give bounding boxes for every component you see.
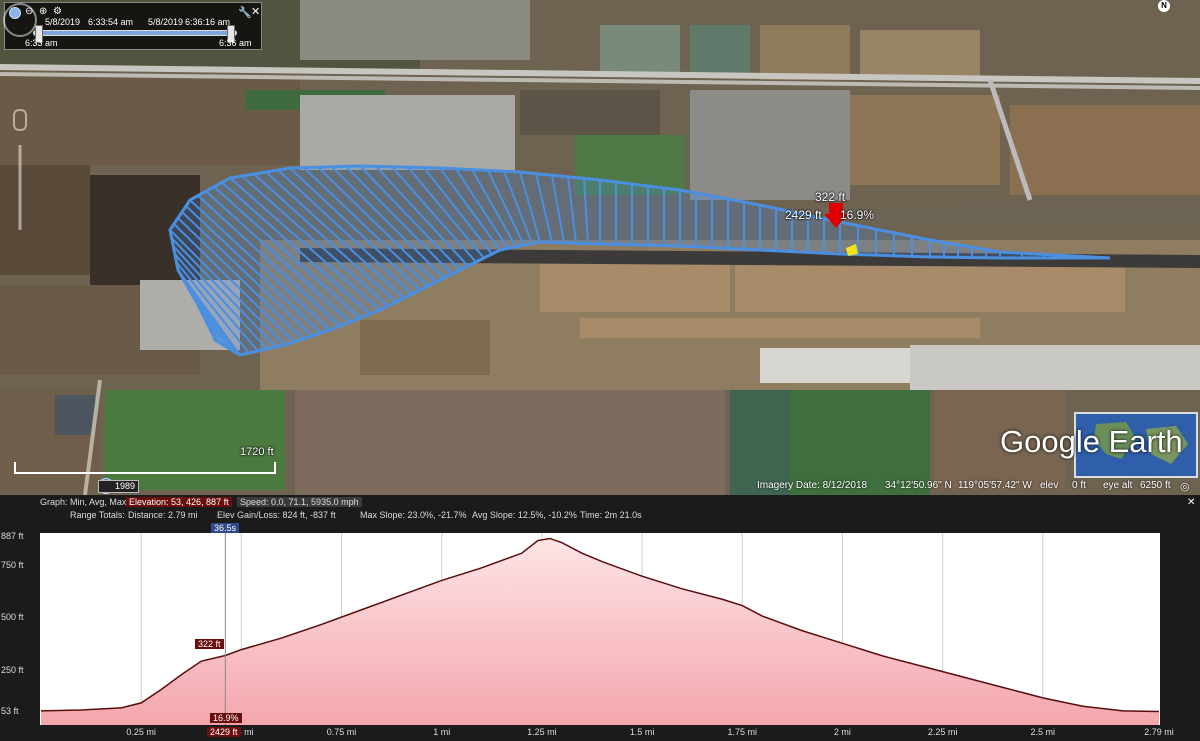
cursor-time: 36.5s <box>211 523 240 533</box>
x-tick-label: 1 mi <box>433 727 451 737</box>
time-slider-range <box>39 31 231 35</box>
elevation-area <box>41 538 1159 725</box>
x-tick-label: 1.5 mi <box>629 727 655 737</box>
compass-icon[interactable]: N <box>1158 0 1170 12</box>
eye-alt-value: 6250 ft <box>1140 480 1171 491</box>
scale-label: 1720 ft <box>240 446 274 458</box>
start-date: 5/8/2019 <box>45 17 81 27</box>
elev-label: elev <box>1040 480 1059 491</box>
eye-alt-label: eye alt <box>1103 480 1133 491</box>
imagery-date: Imagery Date: 8/12/2018 <box>757 480 868 491</box>
x-tick-label: 2.5 mi <box>1030 727 1056 737</box>
range-totals-label: Range Totals: <box>70 510 125 520</box>
y-tick-label: 887 ft <box>1 531 24 541</box>
navigation-controls[interactable] <box>0 0 40 240</box>
elevation-chart[interactable] <box>40 533 1160 725</box>
x-tick-label: 2.79 mi <box>1144 727 1174 737</box>
x-tick-label: 1.75 mi <box>727 727 758 737</box>
elev-gain-loss: Elev Gain/Loss: 824 ft, -837 ft <box>217 510 336 520</box>
longitude: 119°05'57.42" W <box>958 480 1032 491</box>
time-slider-track[interactable] <box>33 30 237 36</box>
distance-total: Distance: 2.79 mi <box>128 510 198 520</box>
cursor-distance: 2429 ft <box>207 727 241 737</box>
time-total: Time: 2m 21.0s <box>580 510 642 520</box>
cursor-slope: 16.9% <box>210 713 242 723</box>
y-tick-label: 250 ft <box>1 664 24 675</box>
start-time: 6:33:54 am <box>88 17 134 27</box>
marker-elevation: 322 ft <box>815 190 846 204</box>
marker-slope: 16.9% <box>840 208 875 222</box>
settings-icon[interactable]: ⚙ <box>53 6 62 17</box>
google-earth-logo: Google Earth <box>1000 424 1183 459</box>
cursor-elevation: 322 ft <box>195 639 224 649</box>
x-tick-label: 1.25 mi <box>527 727 557 737</box>
y-tick-label: 53 ft <box>1 705 19 716</box>
elevation-chart-svg <box>40 533 1160 725</box>
x-tick-label: 2.25 mi <box>927 727 958 737</box>
marker-distance: 2429 ft <box>785 208 822 222</box>
avg-slope: Avg Slope: 12.5%, -10.2% <box>472 510 577 520</box>
close-icon[interactable]: ✕ <box>1187 497 1195 508</box>
x-tick-label: 0.25 mi <box>126 727 156 737</box>
wrench-icon[interactable]: 🔧 <box>238 6 252 19</box>
elevation-stats[interactable]: Elevation: 53, 426, 887 ft <box>126 497 232 507</box>
scale-bar <box>14 462 276 474</box>
flight-track[interactable] <box>0 0 1200 495</box>
graph-label: Graph: Min, Avg, Max <box>40 497 127 507</box>
elev-value: 0 ft <box>1072 480 1086 491</box>
speed-stats[interactable]: Speed: 0.0, 71.1, 5935.0 mph <box>237 497 362 507</box>
range-end-label: 6:36 am <box>219 38 252 48</box>
zoom-in-icon[interactable]: ⊕ <box>39 6 47 17</box>
end-date: 5/8/2019 <box>148 17 184 27</box>
close-icon[interactable]: ✕ <box>251 5 260 18</box>
y-tick-label: 500 ft <box>1 612 24 623</box>
map-view[interactable]: 322 ft 2429 ft 16.9% ⊖ ⊕ ⚙ 5/8/2019 6:33… <box>0 0 1200 495</box>
time-slider-panel: ⊖ ⊕ ⚙ 5/8/2019 6:33:54 am 5/8/2019 6:36:… <box>4 2 262 50</box>
max-slope: Max Slope: 23.0%, -21.7% <box>360 510 467 520</box>
loading-icon: ◎ <box>1180 481 1190 493</box>
historical-year[interactable]: 1989 <box>98 480 140 493</box>
end-time: 6:36:16 am <box>185 17 231 27</box>
x-tick-label: 2 mi <box>833 727 851 737</box>
latitude: 34°12'50.96" N <box>885 480 952 491</box>
y-tick-label: 750 ft <box>1 559 24 570</box>
x-tick-label: 0.75 mi <box>326 727 357 737</box>
